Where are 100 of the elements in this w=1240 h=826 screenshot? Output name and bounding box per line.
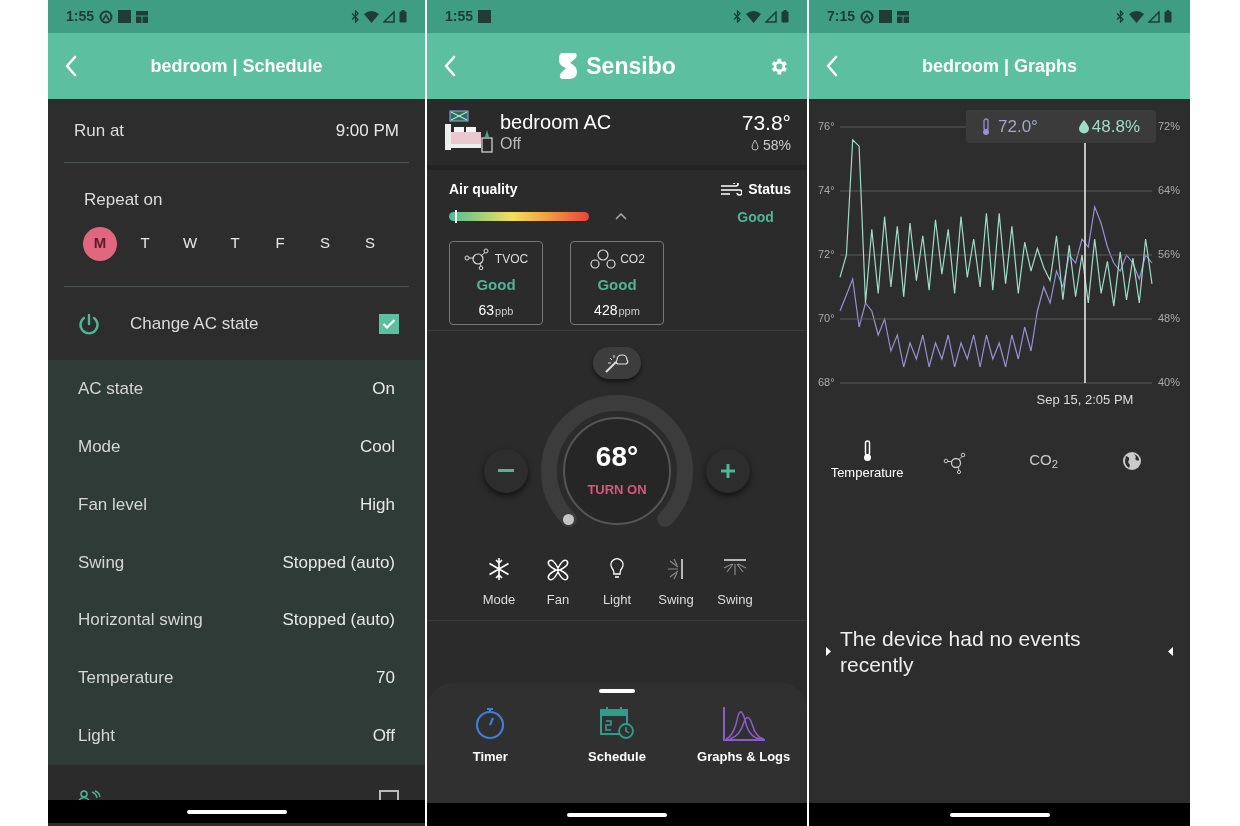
- target-temperature: 68°: [595, 442, 639, 471]
- setting-label: Swing: [78, 551, 125, 574]
- day-toggle[interactable]: M: [83, 226, 117, 261]
- setting-value[interactable]: On: [372, 376, 395, 402]
- sensor-status: Good: [476, 275, 516, 295]
- setting-value[interactable]: Stopped (auto): [282, 607, 395, 633]
- run-at-time[interactable]: 9:00 PM: [335, 117, 399, 144]
- plus-icon: [720, 463, 736, 479]
- axis-label: 72°: [818, 249, 835, 260]
- home-handle[interactable]: [949, 812, 1050, 817]
- control-button[interactable]: Swing: [646, 557, 706, 609]
- notification-icon: [99, 9, 114, 24]
- day-toggle[interactable]: S: [353, 226, 387, 261]
- empty-events-message: The device had no events recently: [840, 625, 1082, 678]
- check-icon: [382, 317, 396, 330]
- setting-value[interactable]: 70: [376, 665, 395, 691]
- magic-wand-button[interactable]: [593, 347, 641, 379]
- axis-label: 72%: [1158, 121, 1181, 132]
- notification-icon: [478, 10, 492, 23]
- axis-label: 74°: [818, 185, 835, 196]
- axis-label: 76°: [818, 121, 835, 132]
- sensor-value: 428: [594, 300, 618, 320]
- bedroom-icon: [444, 110, 494, 154]
- day-toggle[interactable]: T: [218, 226, 252, 261]
- thermometer-icon: [982, 117, 990, 136]
- status-time: 7:15: [827, 7, 856, 26]
- metric-label: Temperature: [830, 466, 904, 479]
- notification-icon: [897, 10, 910, 23]
- setting-value[interactable]: Cool: [360, 433, 395, 460]
- sensor-value: 63: [478, 300, 495, 320]
- home-handle[interactable]: [186, 809, 287, 814]
- setting-label: Temperature: [78, 667, 174, 690]
- notification-icon: [860, 9, 875, 24]
- control-button[interactable]: Fan: [528, 557, 588, 609]
- metric-tab[interactable]: Temperature: [823, 440, 912, 490]
- sensor-name: TVOC: [494, 251, 529, 268]
- bluetooth-icon: [351, 10, 360, 23]
- bluetooth-icon: [1116, 10, 1125, 23]
- room-humidity: 58%: [762, 138, 791, 152]
- calendar-clock-icon: [599, 706, 635, 740]
- sheet-handle[interactable]: [599, 689, 635, 693]
- tooltip-humidity: 48.8%: [1091, 115, 1140, 138]
- wifi-icon: [1129, 10, 1144, 23]
- signal-icon: [765, 10, 777, 23]
- checkbox[interactable]: [379, 313, 399, 334]
- axis-label: 56%: [1158, 249, 1181, 260]
- fan-icon: [545, 557, 571, 583]
- status-time: 1:55: [66, 7, 95, 26]
- setting-value[interactable]: Off: [372, 722, 395, 749]
- day-toggle[interactable]: F: [263, 226, 297, 261]
- snowflake-icon: [487, 557, 511, 581]
- setting-label: Horizontal swing: [78, 609, 203, 632]
- screen-title: bedroom | Graphs: [921, 54, 1078, 78]
- room-temperature: 73.8°: [741, 112, 791, 133]
- molecule-icon: [589, 248, 618, 270]
- control-button[interactable]: Mode: [469, 557, 529, 609]
- cursor-time: Sep 15, 2:05 PM: [1035, 391, 1135, 409]
- axis-label: 48%: [1158, 313, 1181, 324]
- dial-thumb[interactable]: [563, 513, 575, 525]
- status-value: Good: [737, 208, 774, 227]
- shortcut-button[interactable]: Graphs & Logs: [680, 706, 807, 766]
- shortcut-button[interactable]: Schedule: [553, 706, 681, 766]
- home-handle[interactable]: [567, 812, 667, 817]
- setting-value[interactable]: Stopped (auto): [282, 549, 395, 576]
- change-ac-state-label: Change AC state: [130, 312, 260, 335]
- wifi-icon: [746, 10, 761, 23]
- axis-label: 68°: [818, 377, 835, 388]
- shortcut-button[interactable]: Timer: [427, 706, 554, 766]
- sensor-card[interactable]: CO2 Good 428ppm: [570, 241, 664, 325]
- chevron-up-icon[interactable]: [615, 213, 627, 220]
- day-toggle[interactable]: T: [128, 226, 162, 261]
- device-name: bedroom AC: [500, 112, 613, 132]
- horizontal-swing-icon: [722, 557, 748, 577]
- setting-label: Mode: [78, 435, 121, 458]
- control-button[interactable]: Swing: [705, 557, 765, 609]
- setting-value[interactable]: High: [360, 491, 395, 518]
- battery-icon: [1164, 10, 1172, 23]
- globe-icon: [1121, 451, 1142, 471]
- sensor-unit: ppm: [618, 303, 640, 319]
- sensor-card[interactable]: TVOC Good 63ppb: [449, 241, 543, 325]
- day-toggle[interactable]: W: [173, 226, 207, 261]
- bluetooth-icon: [733, 10, 742, 23]
- caret-left-icon: [1168, 647, 1173, 656]
- repeat-label: Repeat on: [84, 189, 164, 211]
- metric-tab[interactable]: CO$_{2}$: [999, 440, 1088, 490]
- increase-button[interactable]: [706, 449, 750, 493]
- logo-icon: [558, 52, 579, 80]
- setting-label: AC state: [78, 378, 144, 401]
- molecule-icon: [943, 451, 968, 475]
- day-toggle[interactable]: S: [308, 226, 342, 261]
- tooltip-temperature: 72.0°: [998, 115, 1038, 138]
- wind-icon: [720, 182, 743, 197]
- control-button[interactable]: Light: [587, 557, 647, 609]
- decrease-button[interactable]: [484, 449, 528, 493]
- sensor-name: CO2: [620, 251, 645, 268]
- turn-on-button[interactable]: TURN ON: [587, 479, 647, 500]
- magic-wand-icon: [604, 352, 630, 374]
- wifi-icon: [364, 10, 379, 23]
- setting-label: Light: [78, 724, 115, 747]
- graph-icon: [721, 706, 766, 742]
